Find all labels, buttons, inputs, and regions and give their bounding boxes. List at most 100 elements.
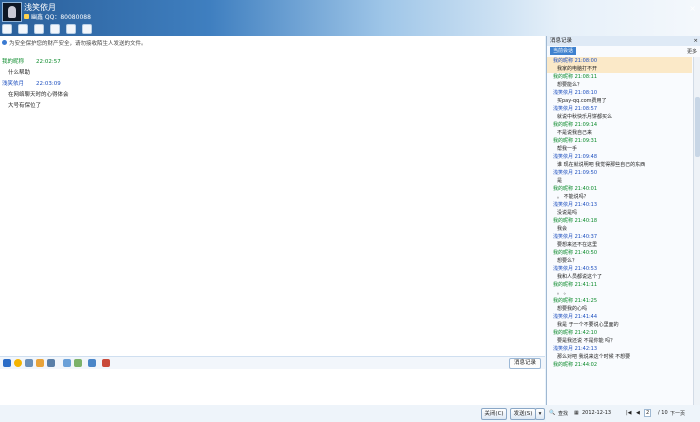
- history-message-header: 我的昵称 21:41:25: [553, 298, 598, 304]
- tab-current-session[interactable]: 当前会话: [550, 47, 577, 55]
- history-message-text: 要想来还不在这里: [557, 242, 598, 248]
- history-message-text: 想要能么？: [557, 82, 583, 88]
- history-message-header: 我的昵称 21:08:00: [547, 57, 692, 65]
- history-message-header: 我的昵称 21:40:01: [553, 186, 598, 192]
- contact-status: 幽鑫 QQ：80080088: [24, 12, 91, 21]
- avatar[interactable]: [2, 2, 22, 22]
- message-time: 22:02:57: [36, 59, 61, 65]
- create-group-icon[interactable]: [66, 24, 76, 34]
- magic-emoji-icon[interactable]: [25, 359, 33, 367]
- prev-page-button[interactable]: ◀: [636, 410, 640, 416]
- history-message-header: 浅笑依月 21:40:13: [553, 202, 598, 208]
- history-message-header: 我的昵称 21:40:50: [553, 250, 598, 256]
- voice-call-icon[interactable]: [18, 24, 28, 34]
- history-message-text: 我家的电脑打不开: [547, 65, 692, 73]
- message-body: 什么帮助: [8, 70, 31, 76]
- message-history-toggle[interactable]: 消息记录: [508, 358, 541, 369]
- history-title: 消息记录: [550, 38, 573, 44]
- message-sender: 浅笑依月: [2, 81, 25, 87]
- history-message-text: 要是我还说 不是你能 吗？: [557, 338, 616, 344]
- status-text: 幽鑫 QQ：80080088: [31, 14, 91, 21]
- message-input[interactable]: [0, 369, 545, 404]
- first-page-button[interactable]: |◀: [626, 410, 632, 416]
- history-scrollbar[interactable]: [693, 57, 700, 407]
- history-list: 我的昵称 21:08:00 我家的电脑打不开 我的昵称 21:08:11 想要能么？ 浅…: [547, 57, 692, 407]
- history-message-header: 浅笑依月 21:42:13: [553, 346, 598, 352]
- history-message-header: 我的昵称 21:09:31: [553, 138, 598, 144]
- security-notice: 为安全保护您的财产安全，请勿接收陌生人发送的文件。: [2, 39, 147, 47]
- history-message-text: 谁 现在就说明吧 我觉得那些自己的东西: [557, 162, 646, 168]
- search-icon[interactable]: 🔍: [549, 410, 555, 416]
- send-button[interactable]: 发送(S): [510, 408, 536, 420]
- history-search-label[interactable]: 查找: [558, 410, 568, 417]
- remote-assist-icon[interactable]: [50, 24, 60, 34]
- format-toolbar: 消息记录: [0, 356, 545, 369]
- message-time: 22:03:09: [36, 81, 61, 87]
- send-options-dropdown[interactable]: ▾: [535, 408, 545, 420]
- history-message-text: 买pay-qq.com费用了: [557, 98, 607, 104]
- scroll-thumb[interactable]: [695, 97, 700, 157]
- page-input[interactable]: 2: [644, 409, 652, 417]
- history-message-header: 我的昵称 21:09:14: [553, 122, 598, 128]
- history-message-text: 我是 于一个不要说心里面的: [557, 322, 619, 328]
- history-date[interactable]: 2012-12-13: [582, 410, 611, 416]
- history-message-header: 浅笑依月 21:40:37: [553, 234, 598, 240]
- history-toggle-label: 消息记录: [513, 360, 536, 366]
- history-message-text: 不是说我自己来: [557, 130, 593, 136]
- message-header: 浅笑依月 22:03:09: [2, 79, 522, 87]
- history-message-text: 没说是吗: [557, 210, 578, 216]
- history-message-header: 浅笑依月 21:40:53: [553, 266, 598, 272]
- header-toolbar: [2, 24, 92, 34]
- voice-message-icon[interactable]: [47, 359, 55, 367]
- app-icon[interactable]: [82, 24, 92, 34]
- window-close-button[interactable]: ×: [689, 4, 696, 13]
- history-message-text: 。 。: [557, 290, 569, 296]
- history-message-text: 我和人员都说这个了: [557, 274, 603, 280]
- history-message-header: 浅笑依月 21:08:10: [553, 90, 598, 96]
- history-message-text: 就说中秋快乐月饼都买么: [557, 114, 613, 120]
- history-message-header: 我的昵称 21:40:18: [553, 218, 598, 224]
- status-icon: [24, 14, 29, 19]
- close-button[interactable]: 关闭(C): [481, 408, 507, 420]
- chat-window-header: 浅笑依月 幽鑫 QQ：80080088 ×: [0, 0, 700, 36]
- next-page-button[interactable]: 下一页: [670, 410, 685, 417]
- message-sender: 我的昵称: [2, 59, 25, 65]
- shake-icon[interactable]: [36, 359, 44, 367]
- file-transfer-icon[interactable]: [34, 24, 44, 34]
- history-message-text: 帮我一手: [557, 146, 578, 152]
- page-total: / 10: [658, 410, 668, 416]
- history-message-text: 想要么？: [557, 258, 578, 264]
- history-message-header: 我的昵称 21:42:10: [553, 330, 598, 336]
- history-message-text: 是: [557, 178, 563, 184]
- info-icon: [2, 40, 7, 45]
- message-header: 我的昵称 22:02:57: [2, 57, 522, 65]
- history-message-header: 我的昵称 21:08:11: [553, 74, 598, 80]
- emoji-icon[interactable]: [14, 359, 22, 367]
- video-call-icon[interactable]: [2, 24, 12, 34]
- history-message-header: 我的昵称 21:44:02: [553, 362, 598, 368]
- history-message-text: 那么对吧 我说来这个时候 不想要: [557, 354, 631, 360]
- history-message-text: 。 不能说吗？: [557, 194, 589, 200]
- history-message-text: 我会: [557, 226, 568, 232]
- history-message-header: 浅笑依月 21:41:44: [553, 314, 598, 320]
- send-image-icon[interactable]: [63, 359, 71, 367]
- font-icon[interactable]: [3, 359, 11, 367]
- gift-icon[interactable]: [102, 359, 110, 367]
- history-footer: 🔍 查找 ▦ 2012-12-13 |◀ ◀ 2 / 10 下一页: [546, 405, 700, 422]
- notice-text: 为安全保护您的财产安全，请勿接收陌生人发送的文件。: [9, 41, 147, 47]
- history-message-text: 想要我的心吗: [557, 306, 588, 312]
- history-message-header: 我的昵称 21:41:11: [553, 282, 598, 288]
- history-message-header: 浅笑依月 21:09:48: [553, 154, 598, 160]
- history-pane: 消息记录 × 当前会话 更多 我的昵称 21:08:00 我家的电脑打不开 我的昵称…: [546, 36, 700, 422]
- history-message-header: 浅笑依月 21:08:57: [553, 106, 598, 112]
- message-body: 在网络聊天时的心得体会: [8, 92, 69, 98]
- history-more-link[interactable]: 更多: [687, 48, 697, 55]
- message-body: 大号有保位了: [8, 103, 42, 109]
- page-number[interactable]: 2: [644, 409, 652, 417]
- screenshot-icon[interactable]: [74, 359, 82, 367]
- history-message-header: 浅笑依月 21:09:50: [553, 170, 598, 176]
- history-close-icon[interactable]: ×: [693, 36, 698, 46]
- history-title-bar: 消息记录 ×: [547, 36, 700, 46]
- calendar-icon[interactable]: ▦: [574, 410, 579, 416]
- music-icon[interactable]: [88, 359, 96, 367]
